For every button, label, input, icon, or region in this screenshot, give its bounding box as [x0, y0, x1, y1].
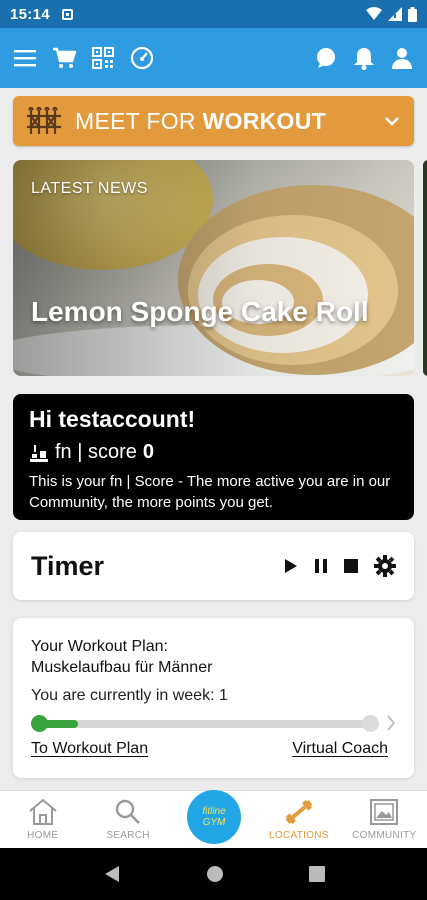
- signal-icon: [388, 7, 402, 21]
- workout-plan-name: Muskelaufbau für Männer: [31, 659, 213, 676]
- home-icon: [29, 798, 57, 825]
- nav-home[interactable]: HOME: [0, 791, 85, 848]
- notification-icon: [61, 8, 73, 20]
- nav-home-label: HOME: [27, 830, 59, 841]
- home-circle-icon[interactable]: [206, 865, 224, 883]
- virtual-coach-link[interactable]: Virtual Coach: [292, 740, 388, 758]
- battery-icon: [408, 6, 417, 22]
- score-description: This is your fn | Score - The more activ…: [29, 473, 391, 511]
- main-content: MEET FOR WORKOUT LATEST NEWS Lemon Spong…: [0, 88, 427, 790]
- chevron-right-icon[interactable]: [386, 714, 396, 732]
- progress-start-dot: [31, 715, 48, 732]
- nav-locations[interactable]: LOCATIONS: [256, 791, 341, 848]
- pause-icon[interactable]: [314, 558, 328, 574]
- logo-text-line2: GYM: [202, 817, 226, 828]
- status-icons: [366, 6, 417, 22]
- next-news-card[interactable]: [423, 160, 427, 376]
- wifi-icon: [366, 7, 382, 20]
- trophy-scale-icon: [30, 444, 48, 462]
- week-progress-bar: [31, 714, 379, 734]
- news-label: LATEST NEWS: [31, 180, 148, 197]
- settings-gear-icon[interactable]: [374, 555, 396, 577]
- bell-icon[interactable]: [353, 46, 375, 70]
- banner-title: MEET FOR WORKOUT: [75, 108, 326, 135]
- menu-icon[interactable]: [14, 49, 36, 67]
- qr-code-icon[interactable]: [92, 47, 114, 69]
- back-icon[interactable]: [103, 865, 121, 883]
- nav-locations-label: LOCATIONS: [269, 830, 329, 841]
- dumbbell-icon: [285, 800, 313, 824]
- score-card: Hi testaccount! fn | score 0 This is you…: [13, 394, 414, 520]
- profile-icon[interactable]: [391, 47, 413, 69]
- stop-icon[interactable]: [344, 559, 358, 573]
- status-time: 15:14: [10, 5, 50, 23]
- banner-text-normal: MEET FOR: [75, 107, 203, 134]
- image-icon: [370, 799, 399, 825]
- latest-news-card[interactable]: LATEST NEWS Lemon Sponge Cake Roll: [13, 160, 414, 376]
- chat-icon[interactable]: [315, 47, 337, 69]
- nav-search-label: SEARCH: [106, 830, 150, 841]
- timer-title: Timer: [31, 550, 105, 581]
- chevron-down-icon[interactable]: [384, 116, 400, 126]
- status-bar: 15:14: [0, 0, 427, 28]
- news-title: Lemon Sponge Cake Roll: [31, 296, 369, 327]
- search-icon: [115, 799, 141, 824]
- meet-for-workout-banner[interactable]: MEET FOR WORKOUT: [13, 96, 414, 146]
- fn-score-label: fn | score: [55, 441, 137, 463]
- fence-icon: [27, 107, 61, 134]
- nav-community-label: COMMUNITY: [352, 830, 417, 841]
- to-workout-plan-link[interactable]: To Workout Plan: [31, 740, 148, 758]
- timer-card: Timer: [13, 532, 414, 600]
- cart-icon[interactable]: [52, 47, 76, 69]
- banner-text-bold: WORKOUT: [202, 107, 326, 134]
- nav-community[interactable]: COMMUNITY: [342, 791, 427, 848]
- nav-search[interactable]: SEARCH: [85, 791, 170, 848]
- app-bar: [0, 28, 427, 88]
- system-navigation-bar: [0, 848, 427, 900]
- progress-end-dot: [362, 715, 379, 732]
- score-value: 0: [142, 441, 155, 463]
- current-week-text: You are currently in week: 1: [31, 687, 228, 704]
- play-icon[interactable]: [284, 558, 298, 574]
- workout-plan-title: Your Workout Plan:: [31, 638, 168, 655]
- progress-track: [39, 720, 365, 728]
- recents-icon[interactable]: [308, 866, 325, 882]
- score-line: fn | score 0: [29, 441, 398, 464]
- fitline-gym-logo-button[interactable]: fitline GYM: [187, 790, 241, 844]
- logo-text-line1: fitline: [202, 806, 226, 817]
- workout-plan-card: Your Workout Plan: Muskelaufbau für Männ…: [13, 618, 414, 778]
- gauge-icon[interactable]: [130, 46, 154, 70]
- greeting-text: Hi testaccount!: [29, 406, 196, 432]
